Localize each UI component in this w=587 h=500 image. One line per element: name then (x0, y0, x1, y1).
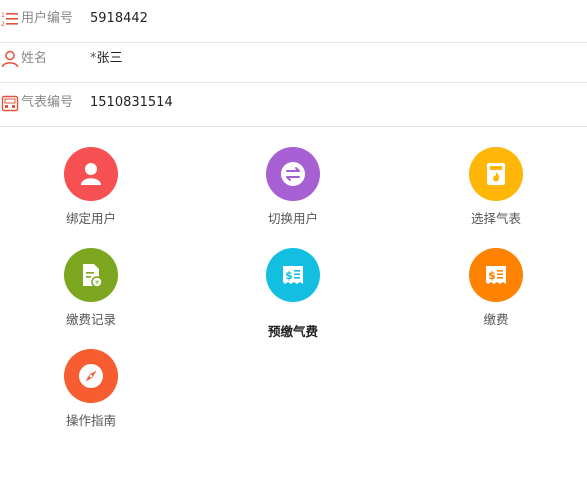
gas-meter-icon (487, 163, 505, 185)
prepay-gas-icon-circle: $ (266, 248, 320, 302)
bind-user-icon-circle (64, 147, 118, 201)
switch-user-icon-circle (266, 147, 320, 201)
dollar-receipt-icon: $ (486, 266, 506, 284)
name-value: *张三 (90, 51, 123, 67)
pay-label: 缴费 (483, 312, 509, 327)
name-label: 姓名 (21, 51, 48, 66)
payment-record-icon-circle: ¥ (64, 248, 118, 302)
user-number-value: 5918442 (90, 11, 148, 26)
operation-guide-label: 操作指南 (65, 413, 116, 428)
pay-icon-circle: $ (469, 248, 523, 302)
list-number-icon: 1 2 (1, 10, 19, 28)
name-text: 张三 (96, 51, 123, 66)
compass-icon (79, 364, 103, 388)
person-outline-icon (1, 50, 19, 68)
switch-user-label: 切换用户 (267, 211, 318, 226)
prepay-gas-label: 预缴气费 (267, 324, 318, 339)
svg-text:$: $ (488, 269, 496, 282)
payment-record-doc-icon: ¥ (83, 264, 103, 288)
user-number-label: 用户编号 (21, 11, 74, 26)
dollar-receipt-icon: $ (283, 266, 303, 284)
select-meter-icon-circle (469, 147, 523, 201)
operation-guide-button[interactable]: 操作指南 (21, 349, 161, 429)
select-meter-button[interactable]: 选择气表 (426, 147, 566, 227)
switch-user-button[interactable]: 切换用户 (223, 147, 363, 227)
meter-number-row: 气表编号 1510831514 (0, 84, 587, 127)
svg-text:2: 2 (1, 21, 5, 28)
swap-arrows-icon (281, 162, 305, 186)
payment-record-button[interactable]: ¥ 缴费记录 (21, 248, 161, 328)
prepay-gas-button[interactable]: $ 预缴气费 (223, 248, 363, 340)
svg-text:$: $ (285, 269, 293, 282)
bind-user-button[interactable]: 绑定用户 (21, 147, 161, 227)
operation-guide-icon-circle (64, 349, 118, 403)
pay-button[interactable]: $ 缴费 (426, 248, 566, 328)
meter-number-label: 气表编号 (21, 95, 74, 110)
meter-box-icon (1, 94, 19, 112)
select-meter-label: 选择气表 (470, 211, 521, 226)
payment-record-label: 缴费记录 (65, 312, 116, 327)
svg-text:¥: ¥ (95, 280, 99, 287)
user-number-row: 1 2 用户编号 5918442 (0, 0, 587, 43)
name-row: 姓名 *张三 (0, 40, 587, 83)
svg-text:1: 1 (1, 12, 5, 19)
user-silhouette-icon (81, 163, 101, 185)
meter-number-value: 1510831514 (90, 95, 173, 110)
bind-user-label: 绑定用户 (65, 211, 116, 226)
